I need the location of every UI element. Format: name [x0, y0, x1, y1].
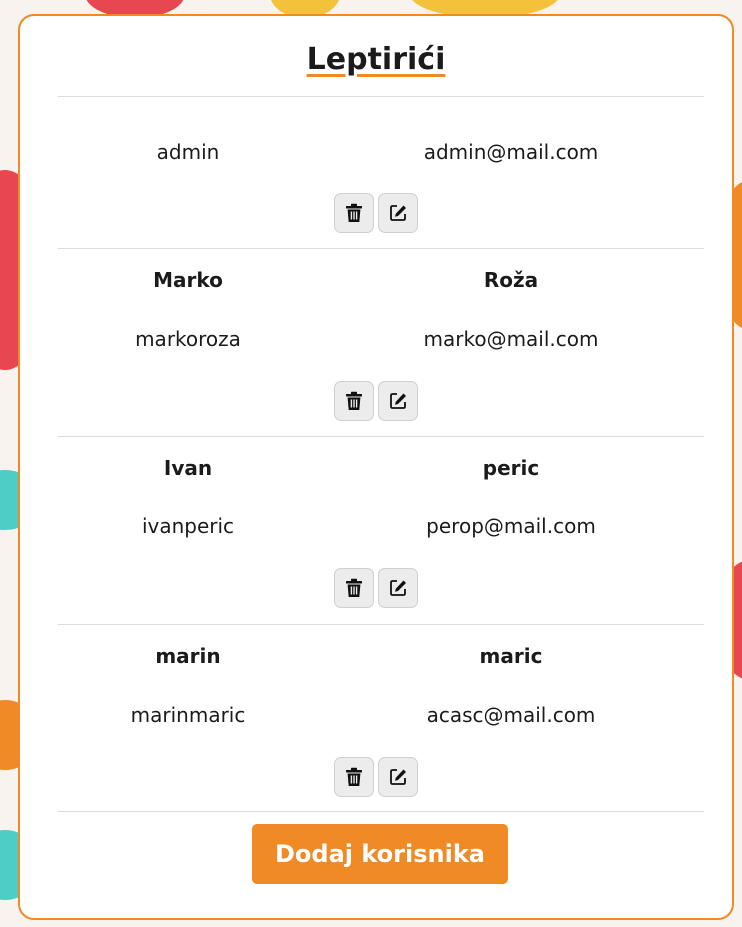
trash-icon [346, 391, 362, 410]
divider [58, 436, 704, 437]
user-username: ivanperic [141, 514, 235, 538]
user-username: admin [156, 140, 220, 164]
user-first-name: Ivan [163, 456, 213, 480]
users-card: Leptirići admin admin@mail.com Marko Rož… [18, 14, 734, 920]
user-email: acasc@mail.com [426, 703, 596, 727]
card-title: Leptirići [306, 42, 446, 77]
edit-user-button[interactable] [378, 193, 418, 233]
user-username: marinmaric [130, 703, 246, 727]
edit-user-button[interactable] [378, 757, 418, 797]
divider [58, 96, 704, 97]
user-actions [20, 381, 732, 421]
user-actions [20, 568, 732, 608]
trash-icon [346, 578, 362, 597]
user-username: markoroza [135, 327, 241, 351]
user-last-name: Roža [483, 268, 539, 292]
delete-user-button[interactable] [334, 381, 374, 421]
delete-user-button[interactable] [334, 568, 374, 608]
edit-icon [390, 393, 406, 409]
edit-icon [390, 580, 406, 596]
user-email: admin@mail.com [423, 140, 599, 164]
divider [58, 624, 704, 625]
user-last-name: maric [479, 644, 543, 668]
delete-user-button[interactable] [334, 193, 374, 233]
edit-icon [390, 205, 406, 221]
user-email: marko@mail.com [423, 327, 599, 351]
trash-icon [346, 767, 362, 786]
user-actions [20, 193, 732, 233]
divider [58, 811, 704, 812]
divider [58, 248, 704, 249]
user-first-name: Marko [153, 268, 223, 292]
trash-icon [346, 203, 362, 222]
add-user-button[interactable]: Dodaj korisnika [252, 824, 508, 884]
edit-user-button[interactable] [378, 568, 418, 608]
user-first-name: marin [155, 644, 221, 668]
edit-icon [390, 769, 406, 785]
edit-user-button[interactable] [378, 381, 418, 421]
user-actions [20, 757, 732, 797]
user-last-name: peric [482, 456, 540, 480]
user-email: perop@mail.com [426, 514, 596, 538]
delete-user-button[interactable] [334, 757, 374, 797]
